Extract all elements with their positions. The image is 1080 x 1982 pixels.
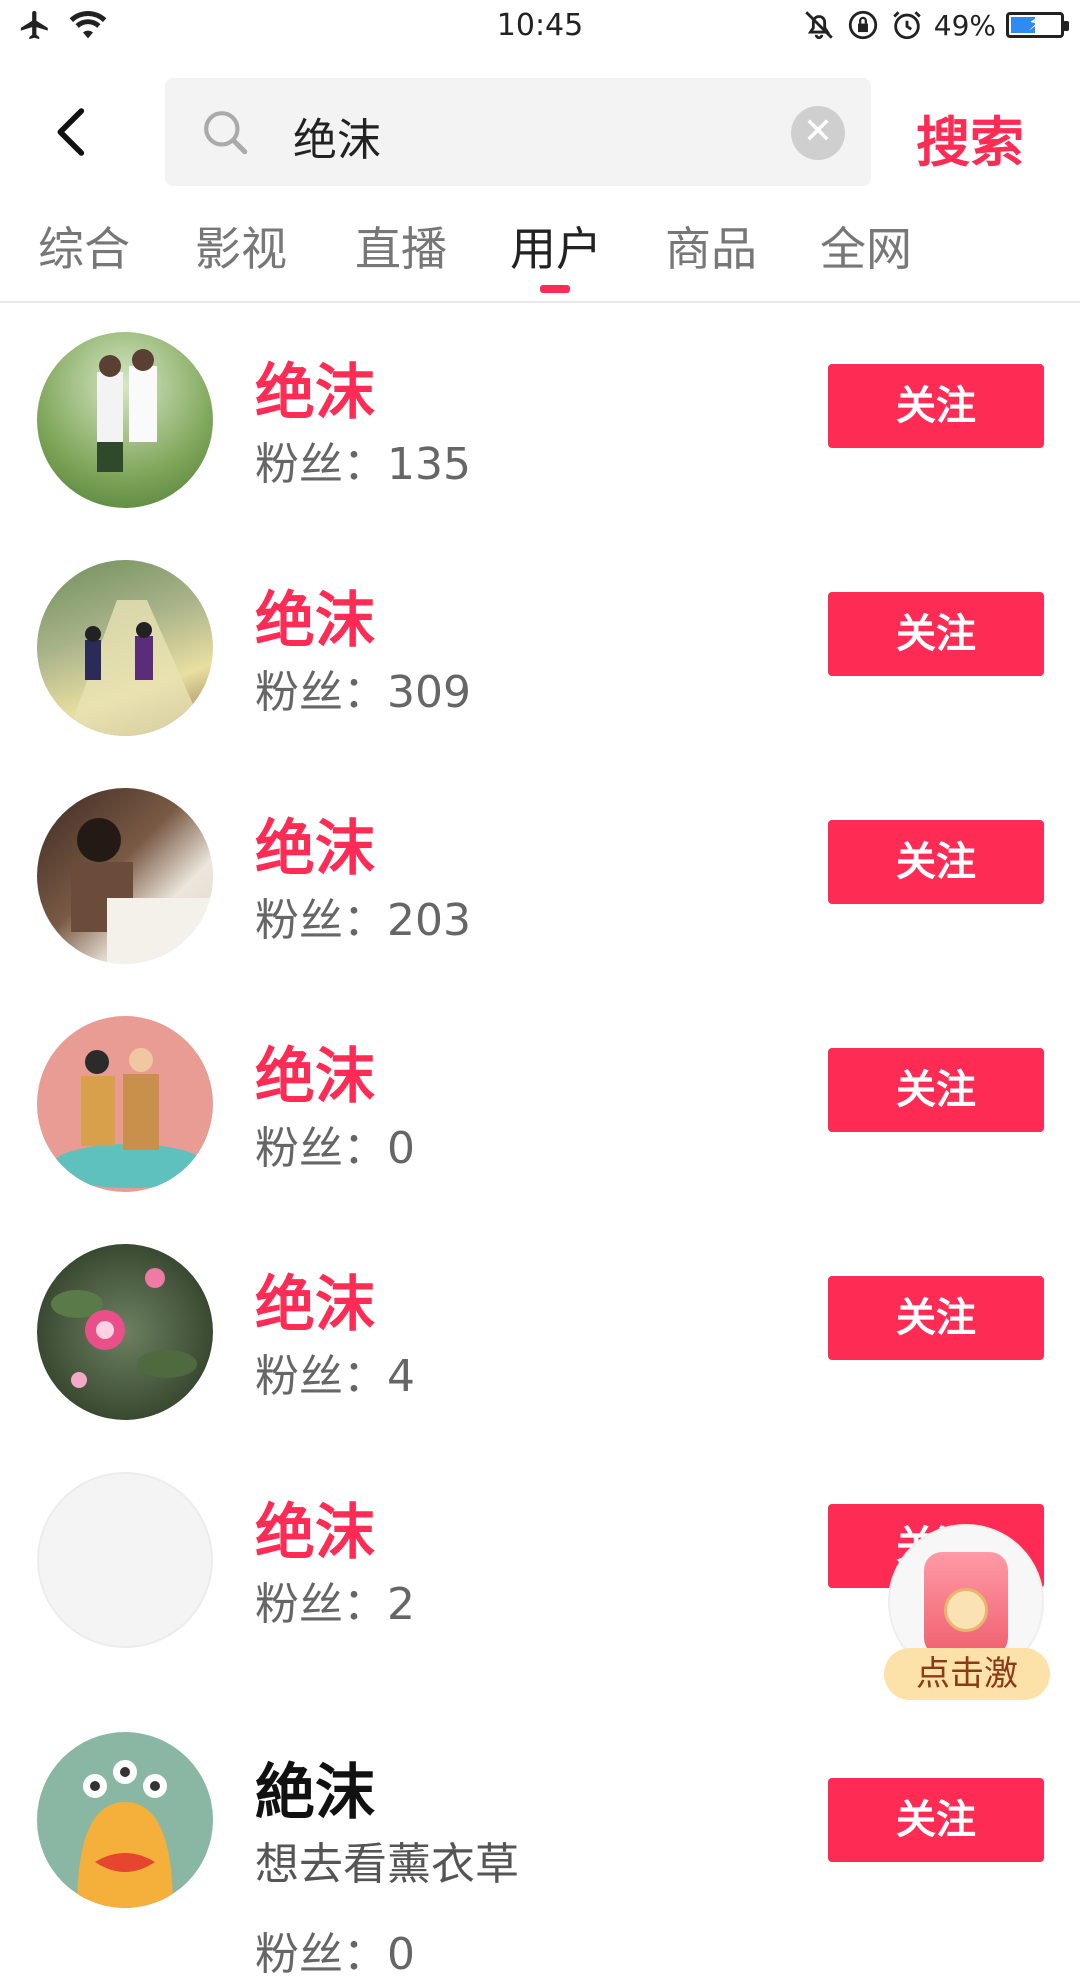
follow-button[interactable]: 关注 — [828, 1276, 1044, 1360]
avatar[interactable] — [37, 788, 213, 964]
avatar-photo — [67, 600, 207, 736]
avatar[interactable] — [37, 560, 213, 736]
user-fans: 粉丝：135 — [255, 439, 471, 490]
list-item[interactable]: 绝沫 粉丝：135 关注 — [0, 312, 1080, 540]
mute-icon — [805, 11, 833, 40]
follow-button[interactable]: 关注 — [828, 1048, 1044, 1132]
avatar[interactable] — [37, 1732, 213, 1908]
close-icon: ✕ — [802, 111, 834, 152]
follow-button[interactable]: 关注 — [828, 592, 1044, 676]
user-fans: 粉丝：203 — [255, 895, 471, 946]
status-right: 49% ⚡ — [802, 8, 1069, 42]
list-item[interactable]: 绝沫 粉丝：0 关注 — [0, 996, 1080, 1224]
tab-users[interactable]: 用户 — [510, 213, 602, 279]
back-button[interactable] — [44, 104, 100, 160]
user-name: 绝沫 — [255, 586, 375, 656]
follow-button[interactable]: 关注 — [828, 1778, 1044, 1862]
charging-icon: ⚡ — [1027, 11, 1043, 35]
avatar-photo — [51, 1268, 197, 1388]
follow-button[interactable]: 关注 — [828, 364, 1044, 448]
user-bio: 想去看薰衣草 — [255, 1839, 519, 1890]
user-name: 绝沫 — [255, 1270, 375, 1340]
avatar-photo — [51, 1048, 207, 1188]
user-name: 绝沫 — [255, 358, 375, 428]
clear-button[interactable]: ✕ — [791, 106, 845, 160]
battery-icon: ⚡ — [1006, 11, 1069, 38]
user-fans: 粉丝：0 — [255, 1929, 415, 1980]
tab-video[interactable]: 影视 — [195, 213, 287, 279]
list-item[interactable]: 绝沫 粉丝：4 关注 — [0, 1224, 1080, 1452]
search-query: 绝沫 — [293, 115, 381, 166]
rotation-lock-icon — [848, 10, 877, 40]
user-fans: 粉丝：0 — [255, 1123, 415, 1174]
tab-products[interactable]: 商品 — [665, 213, 757, 279]
user-name: 绝沫 — [255, 1042, 375, 1112]
search-input[interactable]: 绝沫 ✕ — [165, 78, 871, 186]
list-item[interactable]: 絶沫 想去看薰衣草 粉丝：0 关注 — [0, 1712, 1080, 1980]
search-icon — [204, 111, 248, 155]
alarm-icon — [893, 11, 921, 40]
list-item[interactable]: 绝沫 粉丝：203 关注 — [0, 768, 1080, 996]
tab-live[interactable]: 直播 — [355, 213, 447, 279]
user-name: 绝沫 — [255, 814, 375, 884]
avatar[interactable] — [37, 1016, 213, 1192]
user-fans: 粉丝：309 — [255, 667, 471, 718]
avatar-photo — [97, 349, 157, 472]
tab-indicator — [540, 285, 570, 293]
user-fans: 粉丝：4 — [255, 1351, 415, 1402]
user-fans: 粉丝：2 — [255, 1579, 415, 1630]
tab-bar: 综合 影视 直播 用户 商品 全网 — [0, 205, 1080, 303]
search-button[interactable]: 搜索 — [916, 98, 1024, 177]
avatar[interactable] — [37, 1244, 213, 1420]
search-header: 绝沫 ✕ 搜索 — [0, 76, 1080, 186]
float-label: 点击激 — [884, 1648, 1050, 1700]
avatar[interactable] — [37, 1472, 213, 1648]
list-item[interactable]: 绝沫 粉丝：309 关注 — [0, 540, 1080, 768]
status-bar: 10:45 49% ⚡ — [0, 0, 1080, 56]
tab-general[interactable]: 综合 — [38, 213, 130, 279]
coin-icon — [944, 1588, 988, 1632]
battery-percent: 49% — [933, 8, 996, 42]
tab-web[interactable]: 全网 — [820, 213, 912, 279]
user-name: 绝沫 — [255, 1498, 375, 1568]
floating-red-packet[interactable]: 点击激 — [884, 1524, 1050, 1700]
follow-button[interactable]: 关注 — [828, 820, 1044, 904]
avatar-photo — [71, 818, 213, 964]
user-name: 絶沫 — [255, 1758, 375, 1828]
avatar-photo — [77, 1760, 173, 1908]
avatar[interactable] — [37, 332, 213, 508]
